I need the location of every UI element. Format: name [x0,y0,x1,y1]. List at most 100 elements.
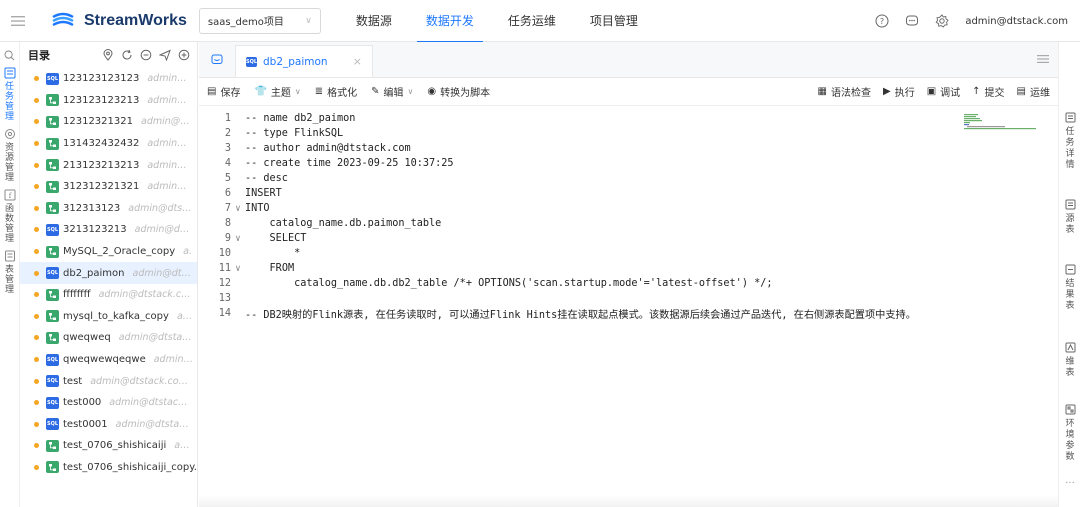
rr-env-params[interactable]: 环境参数 [1059,404,1080,463]
code-line[interactable]: 6 INSERT [199,186,1058,201]
nav-datasource[interactable]: 数据源 [339,0,409,42]
folder-dot-icon [34,357,39,363]
tree-item[interactable]: SQL test admin@dtstack.com... [20,370,197,392]
help-icon[interactable]: ? [873,12,891,30]
send-icon[interactable] [158,48,172,62]
tree-item[interactable]: 312313123 admin@dtsta... [20,198,197,220]
code-line[interactable]: 1 -- name db2_paimon [199,111,1058,126]
tree-item[interactable]: ffffffff admin@dtstack.co... [20,284,197,306]
locate-icon[interactable] [101,48,115,62]
tab-db2-paimon[interactable]: SQL db2_paimon × [235,45,373,77]
code-line[interactable]: 4 -- create time 2023-09-25 10:37:25 [199,156,1058,171]
tree-item[interactable]: SQL 3213123213 admin@dtst... [20,219,197,241]
syntax-check-button[interactable]: ▦ 语法检查 [818,84,871,99]
toolbar-right: ▦ 语法检查 ▶ 执行 ▣ 调试 ↑ 提交 ▤ 运维 [806,84,1050,99]
tab-label: db2_paimon [263,55,328,68]
fold-icon[interactable]: ∨ [231,264,245,274]
rail-resource-label: 资源管理 [4,143,14,183]
run-button[interactable]: ▶ 执行 [883,84,915,99]
code-editor[interactable]: 1 -- name db2_paimon 2 -- type FlinkSQL 3 -- … [199,106,1058,321]
rail-table-mgmt[interactable]: 表管理 [0,244,19,295]
rail-task-mgmt[interactable]: 任务管理 [0,61,19,122]
code-line[interactable]: 12 catalog_name.db.db2_table /*+ OPTIONS… [199,276,1058,291]
tree-item-name: 12312321321 [63,116,133,128]
tree-item-owner: admin@dt... [141,116,193,128]
tree-item[interactable]: 131432432432 admin@d... [20,133,197,155]
rr-task-detail[interactable]: 任务详情 [1059,112,1080,171]
submit-button[interactable]: ↑ 提交 [972,84,1004,99]
code-minimap[interactable] [964,114,1036,132]
collapse-icon[interactable] [139,48,153,62]
project-select[interactable]: saas_demo项目 ∨ [198,7,321,34]
code-line[interactable]: 9 ∨ SELECT [199,231,1058,246]
menu-icon[interactable] [0,0,36,42]
edit-button[interactable]: ✎ 编辑 ∨ [371,84,413,99]
add-icon[interactable] [177,48,191,62]
fold-icon[interactable]: ∨ [231,204,245,214]
tree-item[interactable]: 123123123213 admin@d... [20,90,197,112]
rr-result-table[interactable]: 结果表 [1059,264,1080,312]
tree-item[interactable]: SQL qweqwewqeqwe admin@... [20,349,197,371]
tree-item[interactable]: SQL db2_paimon admin@dtst... [20,262,197,284]
code-line[interactable]: 2 -- type FlinkSQL [199,126,1058,141]
env-params-icon [1065,404,1075,415]
debug-button[interactable]: ▣ 调试 [927,84,960,99]
ops-button[interactable]: ▤ 运维 [1017,84,1050,99]
tree-item[interactable]: SQL test000 admin@dtstack.c... [20,392,197,414]
code-line[interactable]: 10 * [199,246,1058,261]
tree-item-name: test000 [63,397,102,409]
tree-item[interactable]: SQL 123123123123 admin@d... [20,68,197,90]
tree-item-name: 312312321321 [63,181,140,193]
rail-search[interactable] [0,42,19,61]
flow-task-icon [46,310,59,323]
code-line[interactable]: 7 ∨ INTO [199,201,1058,216]
tree-item[interactable]: MySQL_2_Oracle_copy a... [20,241,197,263]
rr-dimension-table-label: 维表 [1065,357,1075,378]
code-text: INTO [245,203,270,214]
folder-dot-icon [34,119,39,125]
tree-item[interactable]: test_0706_shishicaiji ad... [20,435,197,457]
tab-menu-icon[interactable] [1028,41,1058,77]
format-button[interactable]: ≣ 格式化 [315,84,357,99]
right-rail: 任务详情 源表 结果表 维表 环境参数 ··· [1058,42,1080,507]
tree-item[interactable]: 312312321321 admin@d... [20,176,197,198]
folder-dot-icon [34,76,39,82]
theme-button[interactable]: 👕 主题 ∨ [254,84,300,99]
refresh-icon[interactable] [120,48,134,62]
code-line[interactable]: 11 ∨ FROM [199,261,1058,276]
tree-item[interactable]: mysql_to_kafka_copy ad... [20,306,197,328]
sql-file-icon: SQL [46,418,59,431]
convert-to-script-button[interactable]: ◉ 转换为脚本 [427,84,490,99]
code-line[interactable]: 3 -- author admin@dtstack.com [199,141,1058,156]
tree-item-name: MySQL_2_Oracle_copy [63,246,176,258]
code-line[interactable]: 13 [199,291,1058,306]
app-logo[interactable]: StreamWorks [50,0,187,42]
tree-item[interactable]: 12312321321 admin@dt... [20,111,197,133]
tree-item-name: 3213123213 [63,224,127,236]
tree-item[interactable]: qweqweq admin@dtstack... [20,327,197,349]
tree-item[interactable]: 213123213213 admin@d... [20,154,197,176]
fold-icon[interactable]: ∨ [231,234,245,244]
user-account[interactable]: admin@dtstack.com [965,16,1068,27]
more-icon[interactable]: ··· [1059,478,1080,489]
code-line[interactable]: 14 -- DB2映射的Flink源表, 在任务读取时, 可以通过Flink Hi… [199,306,1058,321]
submit-icon: ↑ [972,86,981,97]
close-icon[interactable]: × [353,55,362,68]
settings-icon[interactable] [933,12,951,30]
home-tab[interactable] [199,41,235,77]
nav-data-dev[interactable]: 数据开发 [409,0,491,43]
tree-item[interactable]: test_0706_shishicaiji_copy... [20,457,197,479]
rail-resource-mgmt[interactable]: 资源管理 [0,122,19,183]
tree-item[interactable]: SQL test0001 admin@dtstack... [20,414,197,436]
editor-toolbar: ▤ 保存 👕 主题 ∨ ≣ 格式化 ✎ 编辑 ∨ ◉ 转换为脚本 ▦ 语法检查 ▶ 执行 ▣ 调试 … [199,78,1058,106]
save-button[interactable]: ▤ 保存 [207,84,240,99]
rr-source-table[interactable]: 源表 [1059,199,1080,236]
code-line[interactable]: 8 catalog_name.db.paimon_table [199,216,1058,231]
nav-project-mgmt[interactable]: 项目管理 [573,0,655,42]
code-line[interactable]: 5 -- desc [199,171,1058,186]
message-icon[interactable] [903,12,921,30]
nav-task-ops[interactable]: 任务运维 [491,0,573,42]
rail-function-mgmt[interactable]: f 函数管理 [0,183,19,244]
rr-dimension-table[interactable]: 维表 [1059,342,1080,379]
top-right-tools: ? admin@dtstack.com [873,0,1068,42]
